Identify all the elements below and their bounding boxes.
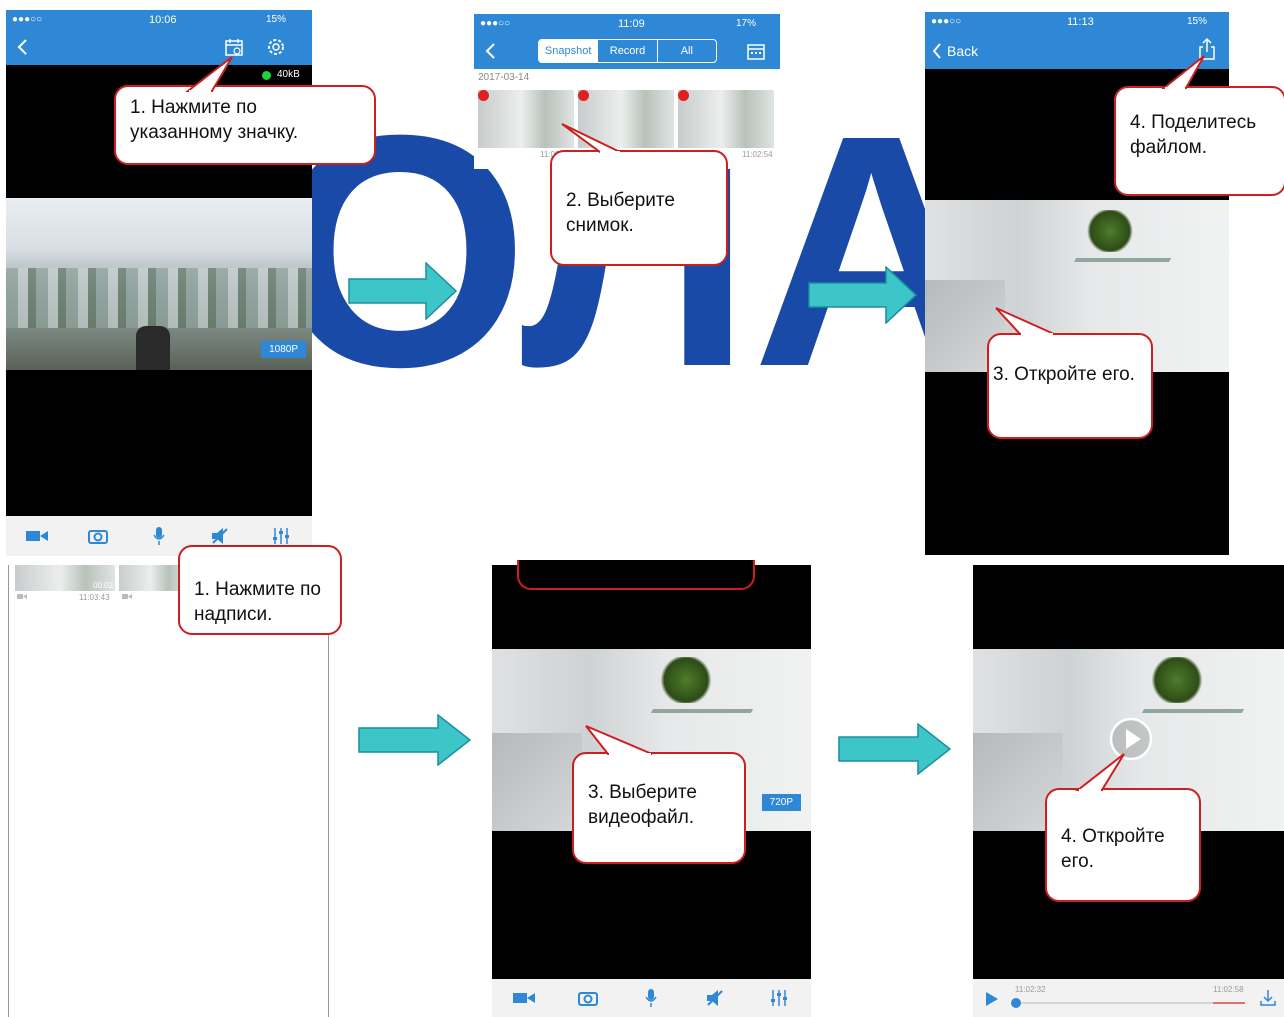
arrow-right-icon [838,723,952,775]
back-chevron-icon[interactable] [16,38,30,56]
back-button[interactable]: Back [947,43,978,59]
record-time: 11:03:43 [79,593,110,602]
media-type-tabs: Snapshot Record All [538,39,717,63]
date-header: 2017-03-14 [478,72,530,83]
mute-icon[interactable] [701,984,729,1012]
record-duration: 00:02 [93,581,114,590]
arrow-right-icon [808,266,918,324]
video-icon [122,594,132,599]
callout-pointer [185,56,233,94]
seek-bar-marker [1213,1002,1245,1004]
status-bar: ●●●○○ 11:09 17% [480,18,757,30]
live-video-frame[interactable]: 1080P [6,198,312,370]
callout-step3-video: 3. Выберите видеофайл. [572,752,746,864]
status-bar: ●●●○○ 11:13 15% [931,16,1208,28]
status-bar: ●●●○○ 10:06 15% [12,14,287,26]
resolution-badge[interactable]: 1080P [261,341,306,358]
time-start: 11:02:32 [1015,985,1046,994]
callout-pointer [1161,55,1205,90]
time-end: 11:02:58 [1213,985,1244,994]
callout-pointer [561,123,621,154]
callout-pointer [585,725,653,756]
record-icon[interactable] [510,984,538,1012]
play-icon[interactable] [985,991,999,1007]
equalizer-icon[interactable] [765,984,793,1012]
back-chevron-icon[interactable] [931,42,943,60]
tab-all[interactable]: All [658,40,716,62]
resolution-badge[interactable]: 720P [761,794,801,811]
snapshot-thumbnail[interactable] [678,90,774,148]
callout-step1-record: 1. Нажмите по надписи. [178,545,342,635]
record-icon[interactable] [23,522,51,550]
callout-step4-open: 4. Откройте его. [1045,788,1201,902]
back-chevron-icon[interactable] [484,42,498,60]
bottom-toolbar [492,979,811,1017]
mic-icon[interactable] [637,984,665,1012]
online-indicator [262,71,271,80]
gear-icon[interactable] [266,37,286,57]
callout-fragment [517,560,755,590]
player-controls: 11:02:32 11:02:58 [973,979,1284,1017]
camera-icon[interactable] [84,522,112,550]
camera-icon[interactable] [574,984,602,1012]
arrow-right-icon [348,262,458,320]
calendar-playback-icon[interactable] [224,37,244,57]
callout-step3-open: 3. Откройте его. [987,333,1153,439]
callout-step4-share: 4. Поделитесь файлом. [1114,86,1284,196]
tab-snapshot[interactable]: Snapshot [539,40,599,62]
mic-icon[interactable] [145,522,173,550]
callout-pointer [995,307,1055,336]
bitrate-label: 40kB [277,69,300,80]
tab-record[interactable]: Record [598,40,658,62]
video-icon [17,594,27,599]
seek-handle[interactable] [1011,998,1021,1008]
callout-pointer [1075,753,1125,792]
calendar-icon[interactable] [746,41,766,61]
callout-step1: 1. Нажмите по указанному значку. [114,85,376,165]
thumbnail-time: 11:02:54 [742,150,773,159]
seek-bar[interactable] [1015,1002,1245,1004]
arrow-right-icon [358,714,472,766]
download-icon[interactable] [1259,989,1277,1007]
callout-step2: 2. Выберите снимок. [550,150,728,266]
